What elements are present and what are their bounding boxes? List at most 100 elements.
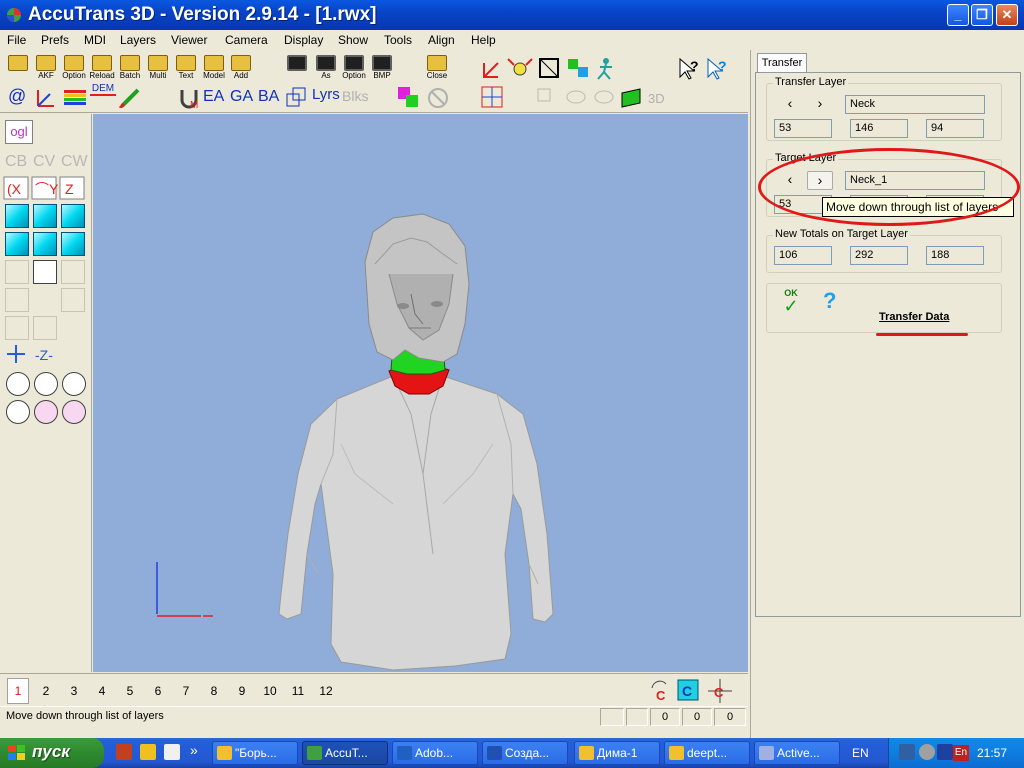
menu-mdi[interactable]: MDI [84,33,106,47]
page-tab-9[interactable]: 9 [231,684,253,698]
page-tab-1[interactable]: 1 [7,678,29,704]
page-tab-2[interactable]: 2 [35,684,57,698]
zoom-all-icon[interactable] [62,400,86,424]
row2-tools-left[interactable] [34,86,144,108]
tray-icon-2[interactable] [919,744,935,760]
quicklaunch-3-icon[interactable] [164,744,180,760]
tray-icon-3[interactable] [937,744,953,760]
menu-prefs[interactable]: Prefs [41,33,69,47]
quicklaunch-2-icon[interactable] [140,744,156,760]
camera-tools[interactable]: C C C [648,678,736,704]
start-button[interactable]: пуск [0,738,104,768]
blks-button: Blks [342,88,369,104]
transfer-data-button[interactable]: Transfer Data [879,311,949,323]
move-arrows-icon [507,58,533,76]
zoom-window-icon[interactable] [6,400,30,424]
ok-button[interactable]: OK ✓ [779,288,803,315]
task-button-5[interactable]: Дима-1 [574,741,660,765]
save-disk-icon [287,55,307,71]
save-bmp-button[interactable]: BMP [369,55,395,83]
wire-cube-icon[interactable] [33,260,57,284]
page-tab-11[interactable]: 11 [287,684,309,698]
dem-button[interactable]: DEM [90,83,116,96]
target-next-button[interactable]: › [807,171,833,190]
page-tab-12[interactable]: 12 [315,684,337,698]
save-disk-icon [344,55,364,71]
task-button-7[interactable]: Active... [754,741,840,765]
zoom-in-icon[interactable] [6,372,30,396]
zoom-out-icon[interactable] [34,372,58,396]
cube-view-5-icon[interactable] [33,232,57,256]
transfer-next-button[interactable]: › [807,95,833,114]
lyrs-button[interactable]: Lyrs [312,86,340,103]
total-value-2: 292 [850,246,908,265]
svg-text:Z: Z [65,181,74,197]
menu-help[interactable]: Help [471,33,496,47]
transfer-prev-button[interactable]: ‹ [777,95,803,114]
layers-cube-icon[interactable] [285,86,309,110]
3d-viewport[interactable] [93,114,748,672]
menu-file[interactable]: File [7,33,26,47]
quicklaunch-1-icon[interactable] [116,744,132,760]
ogl-button[interactable]: ogl [5,120,33,144]
help-tools[interactable]: ? ? [676,55,736,83]
cube-view-1-icon[interactable] [5,204,29,228]
cube-view-2-icon[interactable] [33,204,57,228]
magnet-icon[interactable]: M [178,86,202,110]
axis-tools[interactable]: -Z- [3,342,63,368]
menu-align[interactable]: Align [428,33,455,47]
target-prev-button[interactable]: ‹ [777,171,803,190]
help-button[interactable]: ? [823,288,836,314]
ba-button[interactable]: BA [258,88,279,106]
colored-block-icon [398,87,418,107]
page-tab-8[interactable]: 8 [203,684,225,698]
zoom-fit-icon[interactable] [62,372,86,396]
menu-display[interactable]: Display [284,33,323,47]
task-button-accutrans[interactable]: AccuT... [302,741,388,765]
maximize-button[interactable]: ❐ [971,4,993,26]
menu-viewer[interactable]: Viewer [171,33,207,47]
task-button-3[interactable]: Adob... [392,741,478,765]
quicklaunch-expand[interactable]: » [190,742,198,758]
menu-layers[interactable]: Layers [120,33,156,47]
menu-camera[interactable]: Camera [225,33,268,47]
task-button-6[interactable]: deept... [664,741,750,765]
transform-tools[interactable] [480,55,620,83]
tray-language-badge[interactable]: En [953,745,969,761]
color-select-icon [568,59,588,77]
cube-view-4-icon[interactable] [5,232,29,256]
at-icon[interactable]: @ [8,86,26,107]
tab-transfer[interactable]: Transfer [757,53,807,73]
model-torso [278,375,554,671]
tray-icon-1[interactable] [899,744,915,760]
transfer-tab-body: Transfer Layer ‹ › Neck 53 146 94 Target… [755,72,1021,617]
ea-button[interactable]: EA [203,88,224,106]
page-tab-7[interactable]: 7 [175,684,197,698]
cube-view-3-icon[interactable] [61,204,85,228]
adobe-icon [397,746,412,760]
add-button[interactable]: Add [228,55,254,83]
status-bar: Move down through list of layers 0 0 0 [0,706,748,726]
menu-show[interactable]: Show [338,33,368,47]
close-model-button[interactable]: Close [424,55,450,83]
page-tab-4[interactable]: 4 [91,684,113,698]
zoom-prev-icon[interactable] [34,400,58,424]
svg-text:CB: CB [5,153,27,170]
page-tab-3[interactable]: 3 [63,684,85,698]
rotation-xyz-tools[interactable]: (X ⌒Y Z [3,176,89,200]
menu-tools[interactable]: Tools [384,33,412,47]
ga-button[interactable]: GA [230,88,253,106]
task-button-1[interactable]: "Борь... [212,741,298,765]
minimize-button[interactable]: _ [947,4,969,26]
close-button[interactable]: ✕ [996,4,1018,26]
cube-view-6-icon[interactable] [61,232,85,256]
folder-icon [579,746,594,760]
page-tab-6[interactable]: 6 [147,684,169,698]
app-icon[interactable] [6,7,22,23]
label-3d: 3D [648,91,665,106]
page-tab-10[interactable]: 10 [259,684,281,698]
row2-tools-mid[interactable] [396,85,456,111]
page-tab-5[interactable]: 5 [119,684,141,698]
language-indicator[interactable]: EN [852,746,869,760]
task-button-4[interactable]: Созда... [482,741,568,765]
